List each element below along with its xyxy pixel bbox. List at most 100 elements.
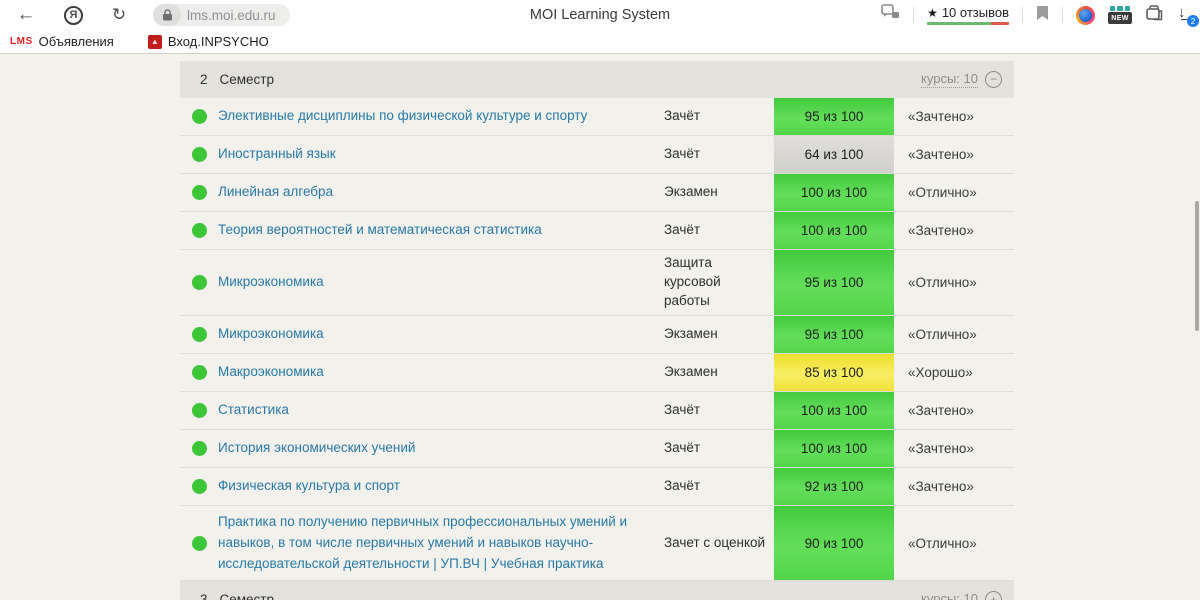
collapse-button[interactable]: −: [985, 70, 1002, 88]
table-row: Элективные дисциплины по физической куль…: [180, 98, 1014, 136]
dot-cell: [180, 468, 218, 505]
dot-cell: [180, 316, 218, 353]
page-body: 2 Семестр курсы: 10 − Элективные дисципл…: [0, 54, 1200, 600]
chat-bubbles-icon[interactable]: [881, 4, 900, 26]
bookmark-inpsycho[interactable]: ▲ Вход.INPSYCHO: [147, 34, 269, 49]
back-icon[interactable]: ←: [14, 4, 38, 26]
grade-text: «Отлично»: [908, 326, 977, 342]
bookmarks-bar: LMS Объявления ▲ Вход.INPSYCHO: [0, 30, 1200, 54]
name-cell: Практика по получению первичных професси…: [218, 506, 664, 581]
name-cell: Теория вероятностей и математическая ста…: [218, 212, 664, 249]
control-type: Экзамен: [664, 184, 718, 200]
table-row: Микроэкономика Защита курсовой работы 95…: [180, 250, 1014, 316]
course-link[interactable]: Линейная алгебра: [218, 182, 333, 203]
courses-count-link[interactable]: курсы: 10: [921, 71, 978, 89]
table-row: Макроэкономика Экзамен 85 из 100 «Хорошо…: [180, 353, 1014, 392]
control-type: Зачёт: [664, 146, 701, 162]
courses-count-link[interactable]: курсы: 10: [921, 591, 978, 600]
grade-text: «Зачтено»: [908, 478, 974, 494]
control-type: Зачет с оценкой: [664, 534, 766, 550]
status-dot-icon: [191, 147, 207, 162]
browser-ball-icon[interactable]: [1076, 5, 1095, 25]
dot-cell: [180, 136, 218, 173]
vertical-scrollbar[interactable]: [1195, 201, 1199, 331]
course-link[interactable]: Микроэкономика: [218, 272, 324, 293]
dot-cell: [180, 98, 218, 135]
course-link[interactable]: Практика по получению первичных професси…: [218, 512, 652, 575]
expand-button[interactable]: +: [985, 591, 1002, 600]
control-type: Защита курсовой работы: [664, 255, 721, 308]
toolbar-divider: [1022, 7, 1023, 23]
control-type: Зачёт: [664, 477, 701, 493]
dot-cell: [180, 212, 218, 249]
course-link[interactable]: Микроэкономика: [218, 324, 324, 345]
dot-cell: [180, 250, 218, 315]
semester-label: Семестр: [219, 592, 275, 600]
bookmark-label: Объявления: [38, 34, 114, 49]
download-arrow-icon: ↓̲: [1178, 4, 1186, 21]
bookmark-announcements[interactable]: LMS Объявления: [10, 34, 114, 49]
status-dot-icon: [191, 440, 207, 456]
url-text: lms.moi.edu.ru: [187, 7, 276, 23]
course-rows: Элективные дисциплины по физической куль…: [180, 98, 1014, 582]
dot-cell: [180, 506, 218, 581]
grade-text: «Зачтено»: [908, 440, 974, 456]
control-type: Экзамен: [664, 363, 718, 379]
grades-table: 2 Семестр курсы: 10 − Элективные дисципл…: [180, 54, 1014, 600]
dot-cell: [180, 430, 218, 467]
download-badge: 2: [1187, 15, 1199, 27]
table-row: Статистика Зачёт 100 из 100 «Зачтено»: [180, 391, 1014, 430]
course-link[interactable]: Теория вероятностей и математическая ста…: [218, 220, 542, 241]
table-row: Микроэкономика Экзамен 95 из 100 «Отличн…: [180, 315, 1014, 354]
downloads-icon[interactable]: ↓̲ 2: [1176, 4, 1199, 27]
crest-favicon: ▲: [147, 34, 162, 49]
name-cell: Микроэкономика: [218, 250, 664, 315]
status-dot-icon: [191, 364, 207, 380]
reviews-rating[interactable]: ★ 10 отзывов: [927, 5, 1009, 25]
bookmark-flag-icon[interactable]: [1036, 5, 1049, 26]
score-cell: 64 из 100: [774, 136, 894, 173]
control-type: Зачёт: [664, 439, 701, 455]
course-link[interactable]: История экономических учений: [218, 438, 415, 459]
browser-toolbar: ← Я ↻ lms.moi.edu.ru MOI Learning System…: [0, 0, 1200, 30]
course-link[interactable]: Элективные дисциплины по физической куль…: [218, 106, 587, 127]
name-cell: Микроэкономика: [218, 316, 664, 353]
control-type: Зачёт: [664, 108, 701, 124]
name-cell: История экономических учений: [218, 430, 664, 467]
course-link[interactable]: Макроэкономика: [218, 362, 324, 383]
star-icon: ★: [927, 5, 938, 20]
table-row: Линейная алгебра Экзамен 100 из 100 «Отл…: [180, 174, 1014, 212]
course-link[interactable]: Статистика: [218, 400, 289, 421]
name-cell: Линейная алгебра: [218, 174, 664, 211]
yandex-icon[interactable]: Я: [64, 5, 83, 25]
name-cell: Статистика: [218, 392, 664, 429]
grade-text: «Зачтено»: [908, 402, 974, 418]
status-dot-icon: [191, 274, 207, 290]
control-type: Зачёт: [664, 222, 701, 238]
control-type: Зачёт: [664, 401, 701, 417]
refresh-icon[interactable]: ↻: [109, 5, 129, 25]
dot-cell: [180, 174, 218, 211]
page-title: MOI Learning System: [529, 7, 671, 23]
address-bar[interactable]: lms.moi.edu.ru: [153, 4, 290, 26]
table-row: История экономических учений Зачёт 100 и…: [180, 429, 1014, 468]
semester-number: 3: [200, 592, 208, 600]
semester-header: 2 Семестр курсы: 10 −: [180, 61, 1014, 98]
table-row: Физическая культура и спорт Зачёт 92 из …: [180, 467, 1014, 506]
course-link[interactable]: Физическая культура и спорт: [218, 476, 400, 497]
status-dot-icon: [191, 478, 207, 494]
new-icon-label: NEW: [1108, 12, 1132, 24]
score-cell: 100 из 100: [774, 174, 894, 211]
new-feature-icon[interactable]: NEW: [1108, 6, 1132, 24]
control-type: Экзамен: [664, 325, 718, 341]
score-cell: 95 из 100: [774, 250, 894, 315]
course-link[interactable]: Иностранный язык: [218, 144, 336, 165]
collections-icon[interactable]: [1145, 4, 1163, 26]
name-cell: Макроэкономика: [218, 354, 664, 391]
score-cell: 90 из 100: [774, 505, 894, 581]
table-row: Практика по получению первичных професси…: [180, 505, 1014, 582]
table-row: Иностранный язык Зачёт 64 из 100 «Зачтен…: [180, 136, 1014, 174]
toolbar-divider: [1062, 7, 1063, 23]
grade-text: «Зачтено»: [908, 147, 974, 162]
score-cell: 95 из 100: [774, 98, 894, 135]
